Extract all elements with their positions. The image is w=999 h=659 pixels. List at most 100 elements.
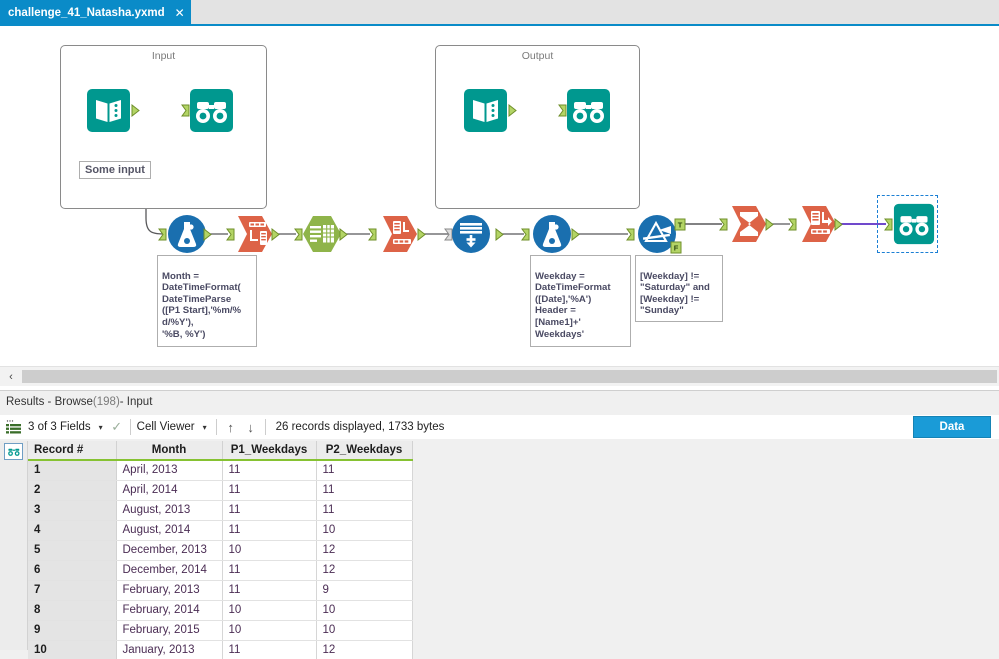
table-cell[interactable]: January, 2013 — [116, 640, 223, 659]
table-row[interactable]: 4 August, 2014 11 10 — [28, 520, 413, 541]
input-anchor[interactable] — [558, 104, 567, 117]
table-row[interactable]: 5 December, 2013 10 12 — [28, 540, 413, 561]
table-cell[interactable]: February, 2014 — [116, 600, 223, 621]
table-row[interactable]: 10 January, 2013 11 12 — [28, 640, 413, 659]
filter-false-anchor[interactable]: F — [670, 241, 682, 254]
select-tool[interactable] — [302, 215, 342, 253]
row-record-number[interactable]: 1 — [28, 460, 117, 481]
table-cell[interactable]: 11 — [316, 480, 413, 501]
table-cell[interactable]: 10 — [316, 620, 413, 641]
scroll-left-icon[interactable]: ‹ — [0, 367, 22, 386]
table-row[interactable]: 3 August, 2013 11 11 — [28, 500, 413, 521]
close-icon[interactable]: ✕ — [175, 7, 185, 19]
results-table[interactable]: Record # Month P1_Weekdays P2_Weekdays 1… — [28, 441, 413, 659]
text-input-tool-input-container[interactable] — [86, 88, 131, 133]
table-cell[interactable]: 11 — [222, 580, 317, 601]
input-anchor[interactable] — [719, 218, 728, 231]
check-icon[interactable]: ✓ — [108, 419, 126, 435]
browse-tool-input-container[interactable] — [189, 88, 234, 133]
output-anchor[interactable] — [495, 228, 504, 241]
workflow-tab[interactable]: challenge_41_Natasha.yxmd ✕ — [0, 0, 191, 26]
generate-rows-tool[interactable] — [451, 214, 491, 254]
row-record-number[interactable]: 3 — [28, 500, 117, 521]
row-record-number[interactable]: 5 — [28, 540, 117, 561]
table-cell[interactable]: 11 — [222, 500, 317, 521]
table-cell[interactable]: April, 2014 — [116, 480, 223, 501]
output-anchor[interactable] — [203, 228, 212, 241]
column-header-p1-weekdays[interactable]: P1_Weekdays — [222, 441, 317, 461]
table-row[interactable]: 8 February, 2014 10 10 — [28, 600, 413, 621]
output-anchor[interactable] — [131, 104, 140, 117]
browse-icon[interactable] — [4, 443, 23, 460]
table-cell[interactable]: February, 2015 — [116, 620, 223, 641]
row-record-number[interactable]: 9 — [28, 620, 117, 641]
scroll-track[interactable] — [22, 370, 997, 383]
input-anchor[interactable] — [158, 228, 167, 241]
table-cell[interactable]: 11 — [316, 460, 413, 481]
table-cell[interactable]: 11 — [316, 500, 413, 521]
row-record-number[interactable]: 6 — [28, 560, 117, 581]
output-anchor[interactable] — [571, 228, 580, 241]
column-header-p2-weekdays[interactable]: P2_Weekdays — [316, 441, 413, 461]
table-cell[interactable]: 9 — [316, 580, 413, 601]
table-cell[interactable]: April, 2013 — [116, 460, 223, 481]
formula-tool-weekday[interactable] — [532, 214, 572, 254]
text-input-tool-output-container[interactable] — [463, 88, 508, 133]
browse-tool-final[interactable] — [893, 203, 935, 245]
row-record-number[interactable]: 8 — [28, 600, 117, 621]
browse-tool-output-container[interactable] — [566, 88, 611, 133]
workflow-canvas[interactable]: Input Output Some input T F Month = Date… — [0, 28, 999, 366]
input-anchor[interactable] — [226, 228, 235, 241]
results-grid[interactable]: Record # Month P1_Weekdays P2_Weekdays 1… — [0, 441, 999, 659]
output-anchor[interactable] — [765, 218, 774, 231]
table-cell[interactable]: 12 — [316, 540, 413, 561]
sort-ascending-icon[interactable]: ↑ — [221, 420, 241, 435]
sort-descending-icon[interactable]: ↓ — [241, 420, 261, 435]
table-cell[interactable]: August, 2013 — [116, 500, 223, 521]
table-cell[interactable]: August, 2014 — [116, 520, 223, 541]
input-anchor[interactable] — [788, 218, 797, 231]
canvas-horizontal-scrollbar[interactable]: ‹ — [0, 366, 999, 386]
transpose-tool[interactable] — [381, 214, 419, 254]
table-cell[interactable]: 11 — [222, 480, 317, 501]
table-cell[interactable]: 10 — [316, 600, 413, 621]
column-header-record[interactable]: Record # — [28, 441, 117, 461]
row-record-number[interactable]: 4 — [28, 520, 117, 541]
table-row[interactable]: 2 April, 2014 11 11 — [28, 480, 413, 501]
field-list-icon[interactable] — [0, 419, 26, 435]
cross-tab-tool[interactable] — [800, 204, 838, 244]
input-anchor[interactable] — [368, 228, 377, 241]
table-row[interactable]: 6 December, 2014 11 12 — [28, 560, 413, 581]
table-cell[interactable]: 12 — [316, 560, 413, 581]
table-row[interactable]: 7 February, 2013 11 9 — [28, 580, 413, 601]
table-cell[interactable]: 12 — [316, 640, 413, 659]
table-cell[interactable]: 11 — [222, 460, 317, 481]
input-anchor[interactable] — [626, 228, 635, 241]
table-row[interactable]: 9 February, 2015 10 10 — [28, 620, 413, 641]
input-anchor[interactable] — [521, 228, 530, 241]
row-record-number[interactable]: 7 — [28, 580, 117, 601]
table-cell[interactable]: 11 — [222, 520, 317, 541]
filter-true-anchor[interactable]: T — [674, 218, 686, 231]
output-anchor[interactable] — [339, 228, 348, 241]
table-cell[interactable]: 10 — [222, 540, 317, 561]
row-record-number[interactable]: 10 — [28, 640, 117, 659]
fields-selector-label[interactable]: 3 of 3 Fields — [26, 421, 94, 433]
formula-tool-month[interactable] — [167, 214, 207, 254]
table-cell[interactable]: February, 2013 — [116, 580, 223, 601]
output-anchor[interactable] — [417, 228, 426, 241]
column-header-month[interactable]: Month — [116, 441, 223, 461]
table-cell[interactable]: December, 2014 — [116, 560, 223, 581]
table-cell[interactable]: 10 — [222, 600, 317, 621]
input-anchor[interactable] — [884, 218, 893, 231]
input-anchor[interactable] — [181, 104, 190, 117]
data-button[interactable]: Data — [913, 416, 991, 438]
text-to-columns-tool[interactable] — [236, 214, 274, 254]
output-anchor[interactable] — [834, 218, 843, 231]
summarize-tool[interactable] — [730, 204, 768, 244]
table-cell[interactable]: 10 — [222, 620, 317, 641]
table-cell[interactable]: 10 — [316, 520, 413, 541]
table-cell[interactable]: December, 2013 — [116, 540, 223, 561]
output-anchor[interactable] — [271, 228, 280, 241]
viewer-selector-label[interactable]: Cell Viewer — [135, 421, 198, 433]
